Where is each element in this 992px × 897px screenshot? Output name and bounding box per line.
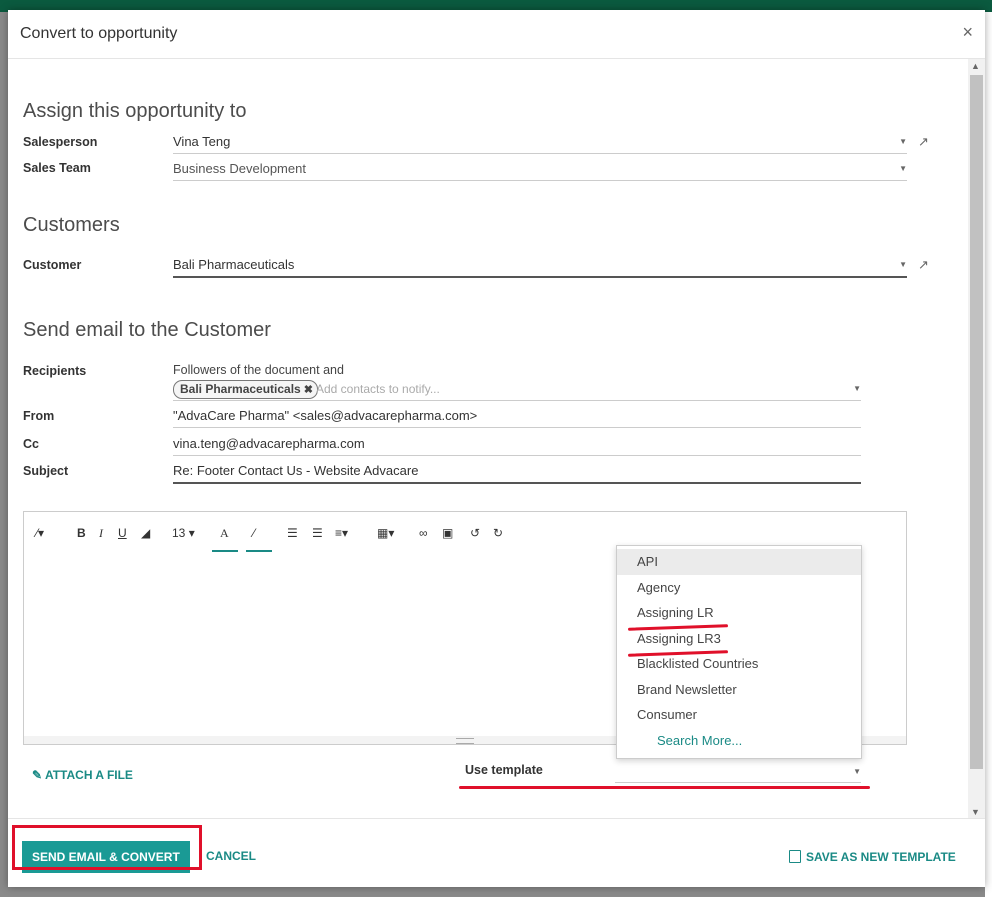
grip-icon xyxy=(456,738,474,744)
recipient-tag: Bali Pharmaceuticals ✖ xyxy=(173,380,318,399)
external-link-icon[interactable]: ↗ xyxy=(918,257,929,273)
sales-team-value: Business Development xyxy=(173,161,306,176)
subject-field[interactable]: Re: Footer Contact Us - Website Advacare xyxy=(173,461,861,484)
recipients-placeholder: Add contacts to notify... xyxy=(316,382,440,396)
template-option-brand-newsletter[interactable]: Brand Newsletter xyxy=(617,677,861,703)
search-more-link[interactable]: Search More... xyxy=(617,728,861,754)
recipients-label: Recipients xyxy=(23,364,87,378)
chevron-down-icon[interactable]: ▼ xyxy=(899,255,907,275)
align-icon[interactable]: ≡▾ xyxy=(335,526,348,540)
eraser-icon[interactable]: ◢ xyxy=(141,526,150,540)
from-label: From xyxy=(23,409,55,423)
close-icon[interactable]: × xyxy=(962,22,973,42)
remove-tag-icon[interactable]: ✖ xyxy=(304,384,313,396)
customer-value: Bali Pharmaceuticals xyxy=(173,257,295,272)
font-size-select[interactable]: 13 ▾ xyxy=(172,526,195,540)
use-template-field[interactable]: ▼ xyxy=(615,761,861,783)
customer-field[interactable]: Bali Pharmaceuticals ▼ xyxy=(173,255,907,278)
chevron-down-icon[interactable]: ▼ xyxy=(899,159,907,179)
bold-icon[interactable]: B xyxy=(77,526,86,540)
bullet-list-icon[interactable]: ☰ xyxy=(287,526,298,540)
page-edge xyxy=(985,12,992,897)
cancel-button[interactable]: CANCEL xyxy=(206,849,256,863)
email-heading: Send email to the Customer xyxy=(23,319,271,341)
numbered-list-icon[interactable]: ☰ xyxy=(312,526,323,540)
dialog-body: Assign this opportunity to Salesperson V… xyxy=(8,59,968,819)
chevron-down-icon[interactable]: ▼ xyxy=(853,767,861,776)
template-option-consumer[interactable]: Consumer xyxy=(617,702,861,728)
dialog-scrollbar[interactable]: ▲ ▼ xyxy=(968,59,985,819)
salesperson-value: Vina Teng xyxy=(173,134,231,149)
undo-icon[interactable]: ↺ xyxy=(470,526,480,540)
template-option-agency[interactable]: Agency xyxy=(617,575,861,601)
sales-team-field[interactable]: Business Development ▼ xyxy=(173,159,907,181)
recipient-tag-label: Bali Pharmaceuticals xyxy=(180,382,301,396)
attach-file-button[interactable]: ✎ ATTACH A FILE xyxy=(32,768,133,782)
save-icon xyxy=(789,850,801,863)
scroll-down-icon[interactable]: ▼ xyxy=(971,807,980,817)
save-as-template-button[interactable]: SAVE AS NEW TEMPLATE xyxy=(789,850,956,864)
use-template-label: Use template xyxy=(465,763,543,777)
chevron-down-icon[interactable]: ▼ xyxy=(899,132,907,152)
sales-team-label: Sales Team xyxy=(23,161,91,175)
cc-label: Cc xyxy=(23,437,39,451)
customers-heading: Customers xyxy=(23,214,120,236)
cc-field[interactable]: vina.teng@advacarepharma.com xyxy=(173,434,861,456)
external-link-icon[interactable]: ↗ xyxy=(918,134,929,150)
text-color-swatch xyxy=(212,550,238,552)
italic-icon[interactable]: I xyxy=(99,526,103,541)
recipients-text: Followers of the document and xyxy=(173,363,344,377)
redo-icon[interactable]: ↻ xyxy=(493,526,503,540)
salesperson-field[interactable]: Vina Teng ▼ xyxy=(173,132,907,154)
magic-wand-icon[interactable]: ⁄▾ xyxy=(36,526,44,540)
text-color-icon[interactable]: A xyxy=(220,526,229,541)
subject-label: Subject xyxy=(23,464,69,478)
dialog-header: Convert to opportunity × xyxy=(8,10,985,59)
annotation-underline xyxy=(459,786,870,789)
table-icon[interactable]: ▦▾ xyxy=(377,526,394,540)
scroll-up-icon[interactable]: ▲ xyxy=(971,61,980,71)
template-option-api[interactable]: API xyxy=(617,549,861,575)
template-option-assigning-lr3[interactable]: Assigning LR3 xyxy=(617,626,861,652)
paperclip-icon: ✎ xyxy=(32,768,45,782)
from-field[interactable]: "AdvaCare Pharma" <sales@advacarepharma.… xyxy=(173,406,861,428)
highlight-color-swatch xyxy=(246,550,272,552)
font-size-value: 13 xyxy=(172,526,186,540)
dialog-title: Convert to opportunity xyxy=(20,25,178,42)
assign-heading: Assign this opportunity to xyxy=(23,100,247,122)
link-icon[interactable]: ∞ xyxy=(419,526,428,540)
customer-label: Customer xyxy=(23,258,82,272)
brush-icon[interactable]: ⁄ xyxy=(253,526,255,540)
convert-dialog: Convert to opportunity × Assign this opp… xyxy=(8,10,985,887)
chevron-down-icon[interactable]: ▼ xyxy=(853,379,861,399)
image-icon[interactable]: ▣ xyxy=(442,526,453,540)
attach-file-label: ATTACH A FILE xyxy=(44,768,133,782)
save-template-label: SAVE AS NEW TEMPLATE xyxy=(806,850,956,864)
salesperson-label: Salesperson xyxy=(23,135,98,149)
scroll-thumb[interactable] xyxy=(970,75,983,769)
underline-icon[interactable]: U xyxy=(118,526,127,540)
annotation-box xyxy=(12,825,202,870)
template-option-assigning-lr[interactable]: Assigning LR xyxy=(617,600,861,626)
